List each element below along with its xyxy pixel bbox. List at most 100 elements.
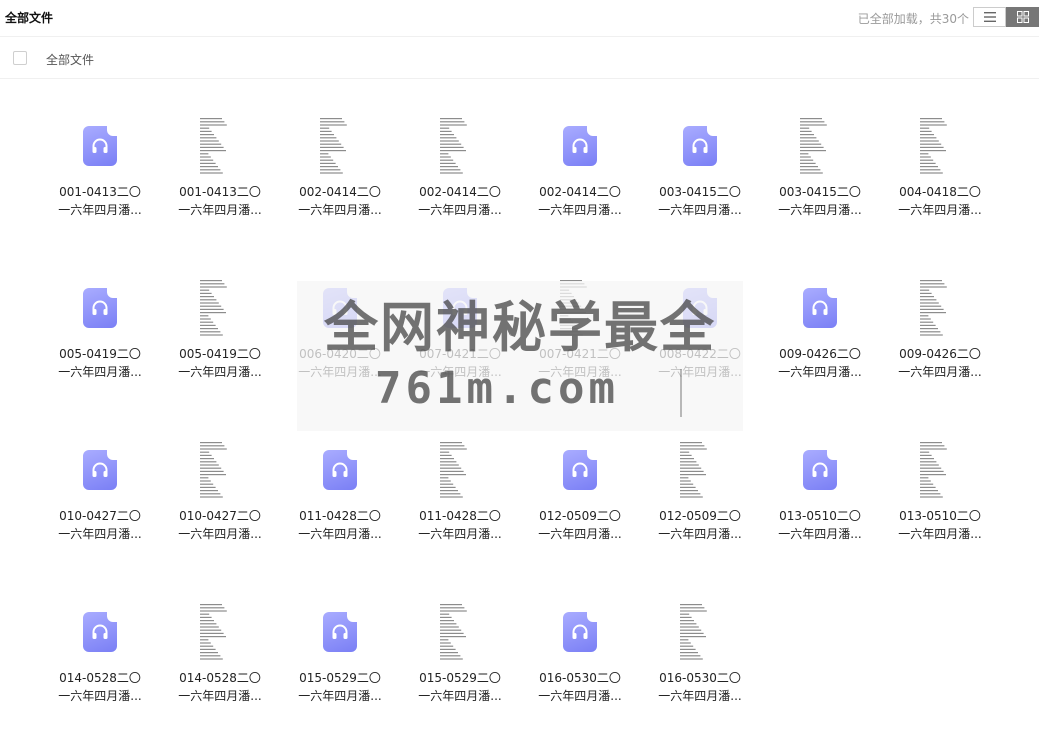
file-name-line1: 005-0419二〇 bbox=[179, 347, 261, 361]
document-thumbnail bbox=[880, 116, 1000, 180]
file-item[interactable]: 016-0530二〇 一六年四月潘... bbox=[520, 584, 640, 734]
file-name: 012-0509二〇 一六年四月潘... bbox=[520, 507, 640, 543]
file-item[interactable]: 013-0510二〇 一六年四月潘... bbox=[760, 422, 880, 572]
file-name: 013-0510二〇 一六年四月潘... bbox=[760, 507, 880, 543]
document-thumbnail bbox=[640, 440, 760, 504]
file-name: 003-0415二〇 一六年四月潘... bbox=[640, 183, 760, 219]
headphone-icon bbox=[92, 300, 108, 315]
file-item[interactable]: 015-0529二〇 一六年四月潘... bbox=[400, 584, 520, 734]
file-item[interactable]: 014-0528二〇 一六年四月潘... bbox=[160, 584, 280, 734]
audio-file-thumbnail bbox=[640, 116, 760, 180]
file-item[interactable]: 005-0419二〇 一六年四月潘... bbox=[160, 260, 280, 410]
document-page-icon bbox=[438, 602, 478, 662]
audio-file-thumbnail bbox=[40, 602, 160, 666]
file-item[interactable]: 013-0510二〇 一六年四月潘... bbox=[880, 422, 1000, 572]
file-item[interactable]: 014-0528二〇 一六年四月潘... bbox=[40, 584, 160, 734]
file-name-line1: 002-0414二〇 bbox=[419, 185, 501, 199]
audio-file-icon bbox=[83, 288, 117, 328]
file-item[interactable]: 003-0415二〇 一六年四月潘... bbox=[640, 98, 760, 248]
file-item[interactable]: 002-0414二〇 一六年四月潘... bbox=[280, 98, 400, 248]
document-thumbnail bbox=[160, 116, 280, 180]
file-item[interactable]: 002-0414二〇 一六年四月潘... bbox=[400, 98, 520, 248]
file-item[interactable]: 009-0426二〇 一六年四月潘... bbox=[760, 260, 880, 410]
headphone-icon bbox=[572, 462, 588, 477]
file-name-line2: 一六年四月潘... bbox=[898, 365, 982, 379]
file-name: 005-0419二〇 一六年四月潘... bbox=[40, 345, 160, 381]
document-thumbnail-icon bbox=[200, 118, 227, 174]
file-name: 016-0530二〇 一六年四月潘... bbox=[640, 669, 760, 705]
document-page-icon bbox=[198, 602, 238, 662]
file-item[interactable]: 010-0427二〇 一六年四月潘... bbox=[40, 422, 160, 572]
file-name-line1: 010-0427二〇 bbox=[59, 509, 141, 523]
document-page-icon bbox=[198, 116, 238, 176]
file-name-line1: 014-0528二〇 bbox=[179, 671, 261, 685]
file-name-line1: 016-0530二〇 bbox=[539, 671, 621, 685]
file-name-line2: 一六年四月潘... bbox=[58, 365, 142, 379]
file-name-line1: 009-0426二〇 bbox=[899, 347, 981, 361]
file-name-line1: 011-0428二〇 bbox=[299, 509, 381, 523]
select-all-checkbox[interactable] bbox=[13, 51, 27, 65]
document-page-icon bbox=[438, 440, 478, 500]
file-item[interactable]: 009-0426二〇 一六年四月潘... bbox=[880, 260, 1000, 410]
headphone-icon bbox=[692, 138, 708, 153]
document-thumbnail bbox=[400, 440, 520, 504]
headphone-icon bbox=[572, 138, 588, 153]
file-item[interactable]: 010-0427二〇 一六年四月潘... bbox=[160, 422, 280, 572]
list-view-icon bbox=[983, 12, 996, 22]
loaded-status: 已全部加载，共30个 bbox=[857, 12, 969, 26]
audio-file-icon bbox=[83, 126, 117, 166]
file-name-line2: 一六年四月潘... bbox=[538, 527, 622, 541]
audio-file-icon bbox=[323, 450, 357, 490]
watermark-line2: 761m.com bbox=[375, 363, 619, 414]
document-thumbnail-icon bbox=[680, 604, 707, 660]
file-name-line2: 一六年四月潘... bbox=[418, 203, 502, 217]
file-item[interactable]: 001-0413二〇 一六年四月潘... bbox=[160, 98, 280, 248]
file-name: 009-0426二〇 一六年四月潘... bbox=[880, 345, 1000, 381]
file-name-line2: 一六年四月潘... bbox=[778, 365, 862, 379]
file-item[interactable]: 001-0413二〇 一六年四月潘... bbox=[40, 98, 160, 248]
file-name-line1: 004-0418二〇 bbox=[899, 185, 981, 199]
file-name-line1: 001-0413二〇 bbox=[179, 185, 261, 199]
file-name-line2: 一六年四月潘... bbox=[898, 527, 982, 541]
audio-file-thumbnail bbox=[280, 602, 400, 666]
file-name-line2: 一六年四月潘... bbox=[538, 689, 622, 703]
document-page-icon bbox=[798, 116, 838, 176]
file-name-line1: 013-0510二〇 bbox=[899, 509, 981, 523]
audio-file-thumbnail bbox=[520, 602, 640, 666]
document-thumbnail-icon bbox=[200, 604, 227, 660]
document-thumbnail-icon bbox=[440, 604, 467, 660]
headphone-icon bbox=[572, 624, 588, 639]
file-item[interactable]: 012-0509二〇 一六年四月潘... bbox=[640, 422, 760, 572]
headphone-icon bbox=[812, 462, 828, 477]
file-name: 004-0418二〇 一六年四月潘... bbox=[880, 183, 1000, 219]
breadcrumb[interactable]: 全部文件 bbox=[46, 51, 94, 68]
file-item[interactable]: 011-0428二〇 一六年四月潘... bbox=[280, 422, 400, 572]
file-item[interactable]: 015-0529二〇 一六年四月潘... bbox=[280, 584, 400, 734]
file-item[interactable]: 005-0419二〇 一六年四月潘... bbox=[40, 260, 160, 410]
file-name: 010-0427二〇 一六年四月潘... bbox=[160, 507, 280, 543]
file-name-line1: 012-0509二〇 bbox=[539, 509, 621, 523]
document-thumbnail-icon bbox=[920, 118, 947, 174]
file-item[interactable]: 011-0428二〇 一六年四月潘... bbox=[400, 422, 520, 572]
document-page-icon bbox=[678, 440, 718, 500]
list-view-button[interactable] bbox=[973, 7, 1006, 27]
audio-file-thumbnail bbox=[520, 116, 640, 180]
file-item[interactable]: 012-0509二〇 一六年四月潘... bbox=[520, 422, 640, 572]
page-title: 全部文件 bbox=[5, 11, 54, 25]
file-name-line1: 009-0426二〇 bbox=[779, 347, 861, 361]
file-name: 014-0528二〇 一六年四月潘... bbox=[40, 669, 160, 705]
file-item[interactable]: 003-0415二〇 一六年四月潘... bbox=[760, 98, 880, 248]
file-name-line2: 一六年四月潘... bbox=[418, 689, 502, 703]
file-name: 012-0509二〇 一六年四月潘... bbox=[640, 507, 760, 543]
file-name-line1: 003-0415二〇 bbox=[659, 185, 741, 199]
file-name-line2: 一六年四月潘... bbox=[658, 689, 742, 703]
file-name: 002-0414二〇 一六年四月潘... bbox=[400, 183, 520, 219]
file-item[interactable]: 002-0414二〇 一六年四月潘... bbox=[520, 98, 640, 248]
document-thumbnail-icon bbox=[920, 280, 947, 336]
document-thumbnail bbox=[880, 278, 1000, 342]
grid-view-button[interactable] bbox=[1006, 7, 1039, 27]
file-name-line2: 一六年四月潘... bbox=[298, 689, 382, 703]
file-item[interactable]: 004-0418二〇 一六年四月潘... bbox=[880, 98, 1000, 248]
file-item[interactable]: 016-0530二〇 一六年四月潘... bbox=[640, 584, 760, 734]
file-name-line2: 一六年四月潘... bbox=[178, 527, 262, 541]
